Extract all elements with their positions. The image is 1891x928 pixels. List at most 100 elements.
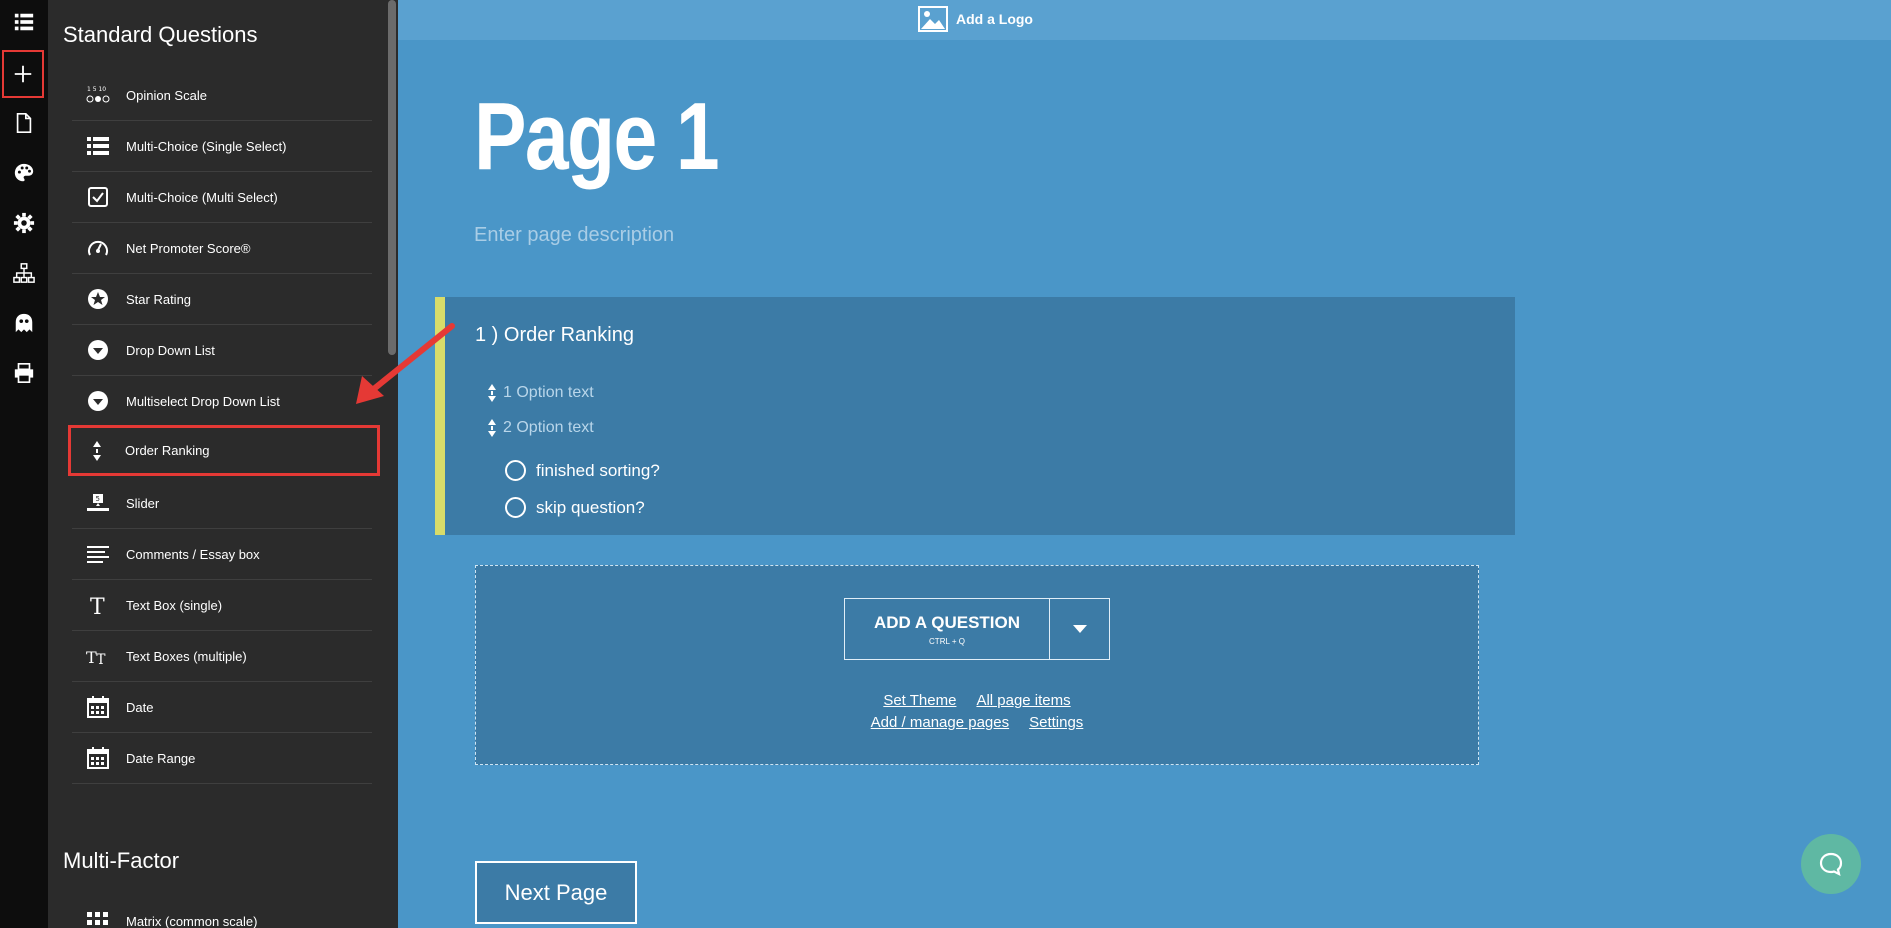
- ranking-option[interactable]: 2 Option text: [485, 418, 594, 438]
- qtype-order-ranking[interactable]: Order Ranking: [68, 425, 380, 476]
- gear-icon[interactable]: [4, 203, 44, 243]
- question-card[interactable]: 1 ) Order Ranking 1 Option text 2 Option…: [435, 297, 1515, 535]
- add-question-area: ADD A QUESTION CTRL + Q Set Theme All pa…: [475, 565, 1479, 765]
- qtype-label: Text Boxes (multiple): [126, 648, 247, 664]
- opinion-scale-icon: 1 5 10: [80, 80, 116, 110]
- manage-pages-link[interactable]: Add / manage pages: [871, 714, 1009, 731]
- qtype-opinion-scale[interactable]: 1 5 10 Opinion Scale: [72, 70, 372, 121]
- radio-circle[interactable]: [505, 497, 526, 518]
- panel-scrollbar[interactable]: [388, 0, 396, 355]
- add-question-shortcut: CTRL + Q: [929, 636, 965, 646]
- svg-text:T: T: [86, 648, 97, 667]
- icon-rail: [0, 0, 48, 928]
- paragraph-icon: [80, 539, 116, 569]
- qtype-label: Text Box (single): [126, 597, 223, 613]
- svg-text:5: 5: [96, 495, 100, 503]
- qtype-comments-essay[interactable]: Comments / Essay box: [72, 529, 372, 580]
- chat-button[interactable]: [1801, 834, 1861, 894]
- add-question-button[interactable]: ADD A QUESTION CTRL + Q: [845, 599, 1050, 659]
- slider-icon: 5: [80, 488, 116, 518]
- caret-down-icon: [1072, 625, 1087, 633]
- qtype-text-box-single[interactable]: T Text Box (single): [72, 580, 372, 631]
- qtype-label: Star Rating: [126, 291, 192, 307]
- sort-icon: [79, 436, 115, 466]
- page-icon[interactable]: [4, 103, 44, 143]
- radio-circle[interactable]: [505, 460, 526, 481]
- qtype-matrix-common-scale[interactable]: Matrix (common scale): [72, 896, 372, 928]
- list-icon[interactable]: [4, 2, 44, 42]
- page-links-row: Set Theme All page items: [476, 692, 1478, 709]
- option-text: 2 Option text: [503, 419, 594, 436]
- qtype-net-promoter-score[interactable]: Net Promoter Score®: [72, 223, 372, 274]
- qtype-multi-choice-single[interactable]: Multi-Choice (Single Select): [72, 121, 372, 172]
- drag-sort-icon[interactable]: [485, 383, 499, 403]
- qtype-drop-down-list[interactable]: Drop Down List: [72, 325, 372, 376]
- add-question-button-group: ADD A QUESTION CTRL + Q: [844, 598, 1110, 660]
- add-logo-button[interactable]: Add a Logo: [918, 6, 1033, 32]
- calendar-icon: [80, 692, 116, 722]
- skip-question-radio[interactable]: skip question?: [505, 497, 645, 518]
- all-page-items-link[interactable]: All page items: [976, 692, 1070, 709]
- qtype-date[interactable]: Date: [72, 682, 372, 733]
- add-question-dropdown[interactable]: [1050, 599, 1109, 659]
- qtype-multiselect-drop-down[interactable]: Multiselect Drop Down List: [72, 376, 372, 427]
- next-page-button[interactable]: Next Page: [475, 861, 637, 924]
- qtype-label: Opinion Scale: [126, 87, 207, 103]
- qtype-label: Multi-Choice (Multi Select): [126, 189, 278, 205]
- text-icon: T: [80, 590, 116, 620]
- chat-icon: [1819, 852, 1843, 877]
- grid-icon: [80, 907, 116, 928]
- svg-text:T: T: [96, 652, 105, 668]
- multi-factor-heading: Multi-Factor: [63, 848, 180, 873]
- svg-text:T: T: [90, 595, 105, 617]
- radio-label: finished sorting?: [536, 460, 660, 480]
- qtype-label: Matrix (common scale): [126, 914, 258, 928]
- option-text: 1 Option text: [503, 384, 594, 401]
- qtype-star-rating[interactable]: Star Rating: [72, 274, 372, 325]
- qtype-date-range[interactable]: Date Range: [72, 733, 372, 784]
- add-logo-label: Add a Logo: [956, 11, 1033, 27]
- print-icon[interactable]: [4, 353, 44, 393]
- page-description-field[interactable]: Enter page description: [474, 224, 674, 247]
- ghost-icon[interactable]: [4, 303, 44, 343]
- star-icon: [80, 284, 116, 314]
- add-question-label: ADD A QUESTION: [873, 612, 1021, 632]
- image-icon: [918, 6, 948, 32]
- qtype-label: Slider: [126, 495, 160, 511]
- ranking-option[interactable]: 1 Option text: [485, 383, 594, 403]
- qtype-slider[interactable]: 5 Slider: [72, 478, 372, 529]
- palette-icon[interactable]: [4, 153, 44, 193]
- qtype-label: Date Range: [126, 750, 196, 766]
- qtype-multi-choice-multi[interactable]: Multi-Choice (Multi Select): [72, 172, 372, 223]
- sitemap-icon[interactable]: [4, 253, 44, 293]
- add-icon[interactable]: [2, 50, 44, 98]
- set-theme-link[interactable]: Set Theme: [883, 692, 956, 709]
- dropdown-icon: [80, 335, 116, 365]
- checkbox-icon: [80, 182, 116, 212]
- gauge-icon: [80, 233, 116, 263]
- annotation-arrow: [356, 323, 455, 404]
- radio-label: skip question?: [536, 497, 645, 517]
- list-icon: [80, 131, 116, 161]
- settings-link[interactable]: Settings: [1029, 714, 1083, 731]
- logo-bar: Add a Logo: [398, 0, 1891, 40]
- dropdown-icon: [80, 386, 116, 416]
- qtype-text-boxes-multiple[interactable]: TT Text Boxes (multiple): [72, 631, 372, 682]
- finished-sorting-radio[interactable]: finished sorting?: [505, 460, 660, 481]
- page-title[interactable]: Page 1: [474, 82, 720, 192]
- text-multi-icon: TT: [80, 641, 116, 671]
- qtype-label: Comments / Essay box: [126, 546, 260, 562]
- question-types-panel: Standard Questions 1 5 10 Opinion Scale …: [48, 0, 398, 928]
- qtype-label: Date: [126, 699, 154, 715]
- standard-questions-heading: Standard Questions: [63, 22, 258, 47]
- qtype-label: Order Ranking: [125, 443, 210, 458]
- page-links-row: Add / manage pages Settings: [476, 714, 1478, 731]
- qtype-label: Multiselect Drop Down List: [126, 393, 280, 409]
- question-title[interactable]: 1 ) Order Ranking: [475, 324, 634, 347]
- drag-sort-icon[interactable]: [485, 418, 499, 438]
- qtype-label: Drop Down List: [126, 342, 215, 358]
- svg-text:1 5 10: 1 5 10: [87, 86, 106, 93]
- calendar-icon: [80, 743, 116, 773]
- qtype-label: Net Promoter Score®: [126, 240, 251, 256]
- qtype-label: Multi-Choice (Single Select): [126, 138, 287, 154]
